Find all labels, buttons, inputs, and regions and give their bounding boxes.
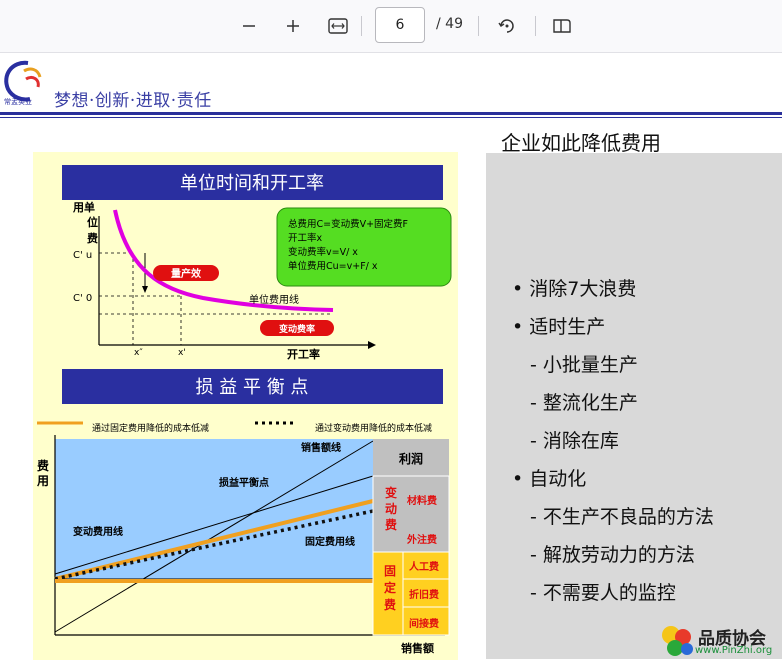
bullet-panel: • 消除7大浪费 • 适时生产 - 小批量生产 - 整流化生产 - 消除在库 •… [486,153,782,659]
company-slogan: 梦想·创新·进取·责任 [54,91,212,111]
bullet-1: • 消除7大浪费 [512,278,637,300]
svg-text:量产效: 量产效 [171,267,202,280]
bullet-2: • 适时生产 [512,316,606,338]
plus-icon [287,20,299,32]
cu-zero-label: C' 0 [73,293,92,304]
svg-text:折旧费: 折旧费 [409,588,439,601]
bottom-title: 损 益 平 衡 点 [196,377,309,398]
sub-bullet-4: - 不生产不良品的方法 [530,506,714,528]
cost-figure: 单位时间和开工率 用单 位 费 C' u C' 0 x″ x' 开工率 单位费用… [33,152,458,660]
sub-bullet-1: - 小批量生产 [530,354,638,376]
toolbar-separator [535,16,536,36]
svg-text:外注费: 外注费 [406,533,437,546]
toolbar-separator [361,16,362,36]
curve-label: 单位费用线 [249,293,299,306]
two-page-icon [553,19,571,33]
formula-line-1: 总费用C=变动费V+固定费F [288,218,408,230]
logo-caption: 常孟实业 [4,97,32,106]
cu-prime-label: C' u [73,250,92,261]
top-yaxis-label-2: 位 [87,215,98,229]
svg-text:材料费: 材料费 [407,494,437,507]
svg-text:费: 费 [384,597,396,612]
document-page: 常孟实业 梦想·创新·进取·责任 企业如此降低费用 单位时间和开工率 用单 位 … [0,53,782,662]
sub-bullet-5: - 解放劳动力的方法 [530,544,695,566]
svg-text:定: 定 [384,580,396,595]
fit-width-button[interactable] [322,10,354,42]
bottom-xaxis-label: 销售额 [401,641,434,655]
header-rule-thin [0,117,782,118]
header-rule [0,112,782,115]
rotate-icon [498,19,514,33]
sub-bullet-2: - 整流化生产 [530,392,638,414]
legend-variable-text: 通过变动费用降低的成本低减 [315,422,432,434]
pdf-toolbar: / 49 [0,0,782,53]
svg-text:动: 动 [385,502,397,516]
formula-line-3: 变动费率v=V/ x [288,246,358,258]
fit-width-icon [328,18,348,34]
rotate-button[interactable] [491,10,523,42]
formula-line-2: 开工率x [288,232,323,244]
zoom-in-button[interactable] [277,10,309,42]
page-total-label: / 49 [436,16,463,32]
legend-fixed-text: 通过固定费用降低的成本低减 [92,422,209,434]
page-number-input[interactable] [375,7,425,43]
page-view-button[interactable] [546,10,578,42]
svg-text:利润: 利润 [399,451,423,466]
cost-figure-graphic: 单位时间和开工率 用单 位 费 C' u C' 0 x″ x' 开工率 单位费用… [36,165,452,655]
variable-line-label: 变动费用线 [73,525,123,538]
x-prime-label: x' [178,348,186,358]
bullet-3: • 自动化 [512,468,587,490]
minus-icon [243,25,255,27]
svg-text:费: 费 [37,458,49,473]
svg-text:固: 固 [384,564,396,578]
fixed-line-label: 固定费用线 [305,535,355,548]
svg-text:用: 用 [36,474,49,488]
svg-text:费: 费 [385,517,397,532]
svg-text:变: 变 [385,485,397,500]
sales-line-label: 销售额线 [301,441,341,454]
svg-text:间接费: 间接费 [409,617,439,630]
watermark-url: www.PinZhi.org [695,645,773,656]
toolbar-separator [478,16,479,36]
slide-title: 企业如此降低费用 [501,131,661,155]
watermark-logo [662,626,693,656]
svg-text:变动费率: 变动费率 [279,323,315,335]
top-title: 单位时间和开工率 [180,173,324,194]
top-yaxis-label-3: 费 [87,231,98,245]
formula-line-4: 单位费用Cu=v+F/ x [288,260,378,272]
x-prime2-label: x″ [134,348,143,358]
sub-bullet-6: - 不需要人的监控 [530,582,676,604]
breakeven-label: 损益平衡点 [219,476,269,489]
sub-bullet-3: - 消除在库 [530,430,619,452]
blue-area [55,439,373,579]
top-yaxis-label-1: 用单 [73,200,95,214]
svg-text:常孟实业: 常孟实业 [4,97,32,106]
svg-text:人工费: 人工费 [409,560,439,573]
top-xaxis-label: 开工率 [287,347,320,361]
zoom-out-button[interactable] [233,10,265,42]
